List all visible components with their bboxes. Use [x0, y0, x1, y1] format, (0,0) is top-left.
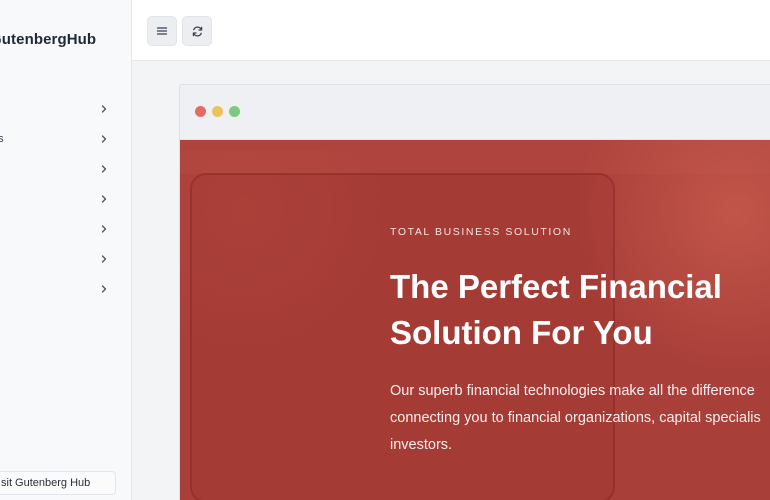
sidebar-item-5[interactable] [0, 215, 131, 245]
app-window: GutenbergHub s ns d si [0, 0, 770, 500]
refresh-button[interactable] [182, 16, 212, 46]
sidebar: GutenbergHub s ns d si [0, 0, 132, 500]
refresh-icon [192, 25, 202, 37]
hero-section: TOTAL BUSINESS SOLUTION The Perfect Fina… [180, 140, 770, 500]
menu-toggle-button[interactable] [147, 16, 177, 46]
visit-button-label: sit Gutenberg Hub [1, 477, 91, 489]
sidebar-item-1[interactable]: s [0, 95, 131, 125]
window-close-dot [195, 106, 206, 117]
window-minimize-dot [212, 106, 223, 117]
browser-title-bar [180, 85, 770, 140]
top-toolbar [132, 0, 770, 61]
sidebar-item-label: ns [0, 133, 4, 145]
sidebar-item-7[interactable] [0, 275, 131, 305]
hero-headline: The Perfect Financial Solution For You [390, 264, 770, 356]
sidebar-item-2[interactable]: ns [0, 125, 131, 155]
hero-description-line: investors. [390, 437, 453, 453]
chevron-right-icon [101, 165, 107, 173]
main-content: TOTAL BUSINESS SOLUTION The Perfect Fina… [132, 61, 770, 500]
sidebar-item-4[interactable] [0, 185, 131, 215]
chevron-right-icon [101, 285, 107, 293]
chevron-right-icon [101, 255, 107, 263]
preview-browser-frame: TOTAL BUSINESS SOLUTION The Perfect Fina… [179, 84, 770, 500]
hero-description: Our superb financial technologies make a… [390, 378, 770, 459]
hamburger-icon [156, 27, 168, 35]
hero-description-line: Our superb financial technologies make a… [390, 383, 755, 399]
chevron-right-icon [101, 135, 107, 143]
chevron-right-icon [101, 195, 107, 203]
hero-description-line: connecting you to financial organization… [390, 410, 761, 426]
chevron-right-icon [101, 105, 107, 113]
visit-gutenberg-hub-button[interactable]: sit Gutenberg Hub [0, 471, 116, 495]
hero-headline-line: Solution For You [390, 314, 653, 351]
hero-eyebrow: TOTAL BUSINESS SOLUTION [390, 226, 572, 238]
sidebar-item-3[interactable]: d [0, 155, 131, 185]
hero-headline-line: The Perfect Financial [390, 268, 722, 305]
window-maximize-dot [229, 106, 240, 117]
chevron-right-icon [101, 225, 107, 233]
sidebar-item-6[interactable] [0, 245, 131, 275]
sidebar-brand: GutenbergHub [0, 31, 97, 48]
